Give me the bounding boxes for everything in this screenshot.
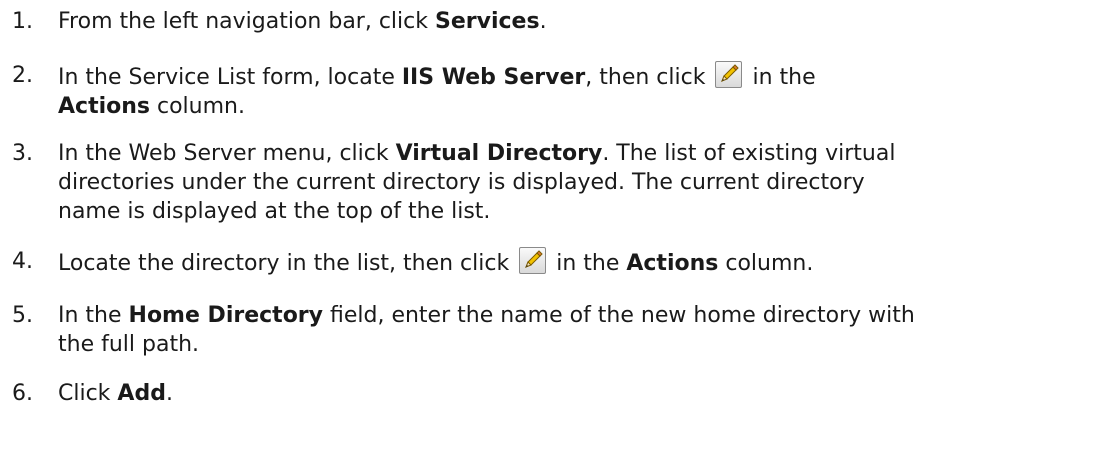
text-segment: column. [150,94,245,119]
step-number: 1. [12,9,33,34]
text-segment: , then click [585,65,713,90]
step-text: In the Web Server menu, click Virtual Di… [58,139,1098,226]
step-number: 5. [12,303,33,328]
step-text-line: In the Service List form, locate IIS Web… [58,61,1098,92]
step-number: 2. [12,63,33,88]
text-segment: In the Service List form, locate [58,65,402,90]
text-segment: . [539,9,547,34]
step-text: In the Service List form, locate IIS Web… [58,61,1098,121]
step-text-line: In the Web Server menu, click Virtual Di… [58,139,1098,168]
step-text: From the left navigation bar, click Serv… [58,7,1098,36]
text-segment: name is displayed at the top of the list… [58,199,491,224]
text-segment: . The list of existing virtual [602,141,896,166]
step-text: In the Home Directory field, enter the n… [58,301,1098,359]
text-segment: In the [58,303,129,328]
step-text-line: From the left navigation bar, click Serv… [58,7,1098,36]
text-segment: From the left navigation bar, click [58,9,435,34]
step-text-line: Actions column. [58,92,1098,121]
bold-ui-term: Virtual Directory [395,141,603,166]
step-number: 4. [12,249,33,274]
step-text-line: directories under the current directory … [58,168,1098,197]
bold-ui-term: Add [117,381,166,406]
text-segment: field, enter the name of the new home di… [323,303,915,328]
text-segment: In the Web Server menu, click [58,141,396,166]
step-text-line: In the Home Directory field, enter the n… [58,301,1098,330]
step-text-line: Click Add. [58,379,1098,408]
text-segment: column. [718,251,814,276]
step-text-line: name is displayed at the top of the list… [58,197,1098,226]
step-text-line: the full path. [58,330,1098,359]
step-text: Locate the directory in the list, then c… [58,247,1098,278]
bold-ui-term: Home Directory [128,303,323,328]
step-number: 3. [12,141,33,166]
step-text: Click Add. [58,379,1098,408]
text-segment: the full path. [58,332,200,357]
bold-ui-term: Services [435,9,540,34]
text-segment: directories under the current directory … [58,170,865,195]
text-segment: Click [58,381,118,406]
bold-ui-term: Actions [58,94,150,119]
text-segment: in the [745,65,816,90]
edit-pencil-icon [519,247,547,274]
text-segment: in the [549,251,627,276]
step-text-line: Locate the directory in the list, then c… [58,247,1098,278]
edit-pencil-icon [715,61,743,88]
bold-ui-term: IIS Web Server [401,65,586,90]
step-number: 6. [12,381,33,406]
text-segment: Locate the directory in the list, then c… [58,251,517,276]
text-segment: . [165,381,173,406]
bold-ui-term: Actions [626,251,719,276]
